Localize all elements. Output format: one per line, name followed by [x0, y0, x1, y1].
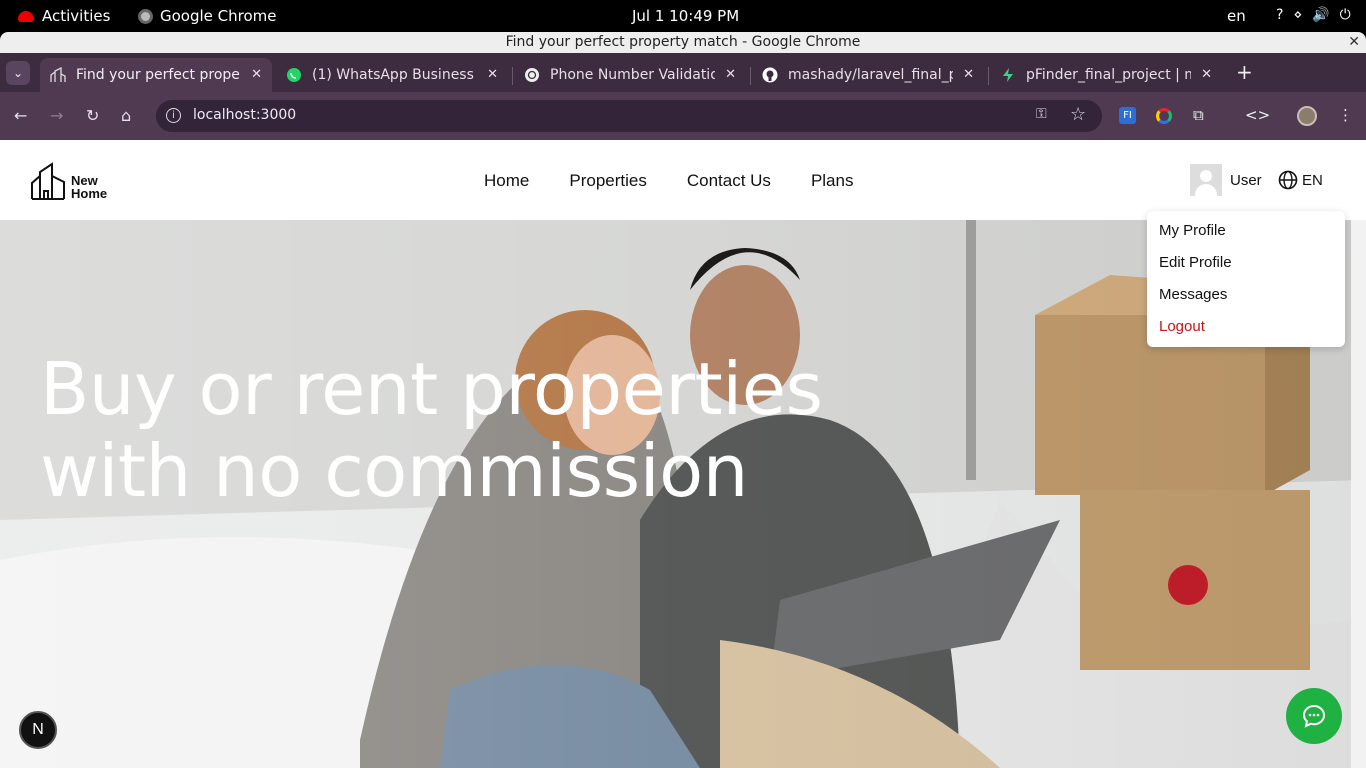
- hero-title: Buy or rent properties with no commissio…: [40, 348, 940, 512]
- menu-item-logout[interactable]: Logout: [1147, 317, 1345, 349]
- menu-item-edit-profile[interactable]: Edit Profile: [1147, 253, 1345, 285]
- globe-icon: [1278, 170, 1298, 190]
- extension-colorpick-icon[interactable]: [1156, 108, 1172, 124]
- devtools-code-icon[interactable]: <>: [1245, 106, 1270, 124]
- extensions-puzzle-icon[interactable]: ⧉: [1193, 106, 1204, 124]
- home-icon[interactable]: ⌂: [121, 106, 131, 125]
- volume-icon: 🔊: [1312, 7, 1330, 23]
- tab-search-icon[interactable]: ⌄: [6, 61, 30, 85]
- nav-plans[interactable]: Plans: [811, 171, 854, 191]
- profile-avatar-icon[interactable]: [1297, 106, 1317, 126]
- tab-title: Find your perfect property match: [76, 67, 241, 83]
- tab-close-icon[interactable]: ✕: [1201, 67, 1212, 82]
- site-header: New Home Home Properties Contact Us Plan…: [0, 140, 1366, 220]
- tab-title: Phone Number Validation: [550, 67, 715, 83]
- nav-contact-us[interactable]: Contact Us: [687, 171, 771, 191]
- logo-text: New Home: [71, 174, 107, 200]
- menu-item-my-profile[interactable]: My Profile: [1147, 221, 1345, 253]
- input-language[interactable]: en: [1227, 7, 1246, 25]
- user-dropdown-menu: My Profile Edit Profile Messages Logout: [1147, 211, 1345, 347]
- github-icon: [762, 67, 778, 83]
- window-close-icon[interactable]: ✕: [1348, 32, 1360, 53]
- tab-close-icon[interactable]: ✕: [963, 67, 974, 82]
- site-info-icon[interactable]: i: [166, 108, 181, 123]
- hero-title-line-2: with no commission: [40, 429, 748, 513]
- logo-line-2: Home: [71, 186, 108, 201]
- tab-title: (1) WhatsApp Business: [312, 67, 474, 83]
- user-avatar: [1190, 164, 1222, 196]
- house-logo-icon: [31, 162, 65, 200]
- nextjs-dev-badge-icon[interactable]: N: [19, 711, 57, 749]
- tab-title: mashady/laravel_final_project: [788, 67, 953, 83]
- system-tray[interactable]: ? ⋄ 🔊 ⏻: [1276, 7, 1351, 23]
- supabase-icon: [1000, 67, 1016, 83]
- nav-properties[interactable]: Properties: [569, 171, 646, 191]
- bookmark-star-icon[interactable]: ☆: [1070, 104, 1086, 125]
- tab-strip: ⌄ Find your perfect property match ✕ (1)…: [0, 53, 1366, 92]
- chat-button[interactable]: [1286, 688, 1342, 744]
- forward-icon[interactable]: →: [50, 106, 63, 125]
- power-icon: ⏻: [1339, 7, 1351, 23]
- chat-bubble-icon: [1302, 704, 1326, 728]
- redhat-icon: [18, 10, 34, 22]
- tab-separator: [750, 67, 751, 85]
- nav-home[interactable]: Home: [484, 171, 529, 191]
- hero-title-line-1: Buy or rent properties: [40, 347, 823, 431]
- tab-title: pFinder_final_project | m: [1026, 67, 1191, 83]
- whatsapp-icon: [286, 67, 302, 83]
- tab-phone-validation[interactable]: Phone Number Validation ✕: [514, 58, 746, 92]
- language-switcher[interactable]: EN: [1278, 170, 1323, 190]
- site-logo[interactable]: New Home: [31, 160, 107, 200]
- language-label: EN: [1302, 171, 1323, 189]
- tab-pfinder[interactable]: pFinder_final_project | m ✕: [990, 58, 1222, 92]
- page-scrollbar[interactable]: [1351, 220, 1366, 768]
- tab-whatsapp[interactable]: (1) WhatsApp Business ✕: [276, 58, 508, 92]
- chrome-menu-icon[interactable]: ⋮: [1338, 106, 1353, 124]
- back-icon[interactable]: ←: [14, 106, 27, 125]
- chrome-icon: [138, 8, 153, 24]
- password-key-icon[interactable]: ⚿: [1036, 106, 1047, 122]
- app-menu[interactable]: Google Chrome: [138, 7, 277, 25]
- user-label: User: [1230, 171, 1262, 189]
- openai-icon: [524, 67, 540, 83]
- tab-find-property[interactable]: Find your perfect property match ✕: [40, 58, 272, 92]
- app-name-label: Google Chrome: [160, 7, 277, 25]
- activities-label: Activities: [42, 7, 111, 25]
- tab-close-icon[interactable]: ✕: [725, 67, 736, 82]
- tab-close-icon[interactable]: ✕: [487, 67, 498, 82]
- tab-separator: [988, 67, 989, 85]
- main-nav: Home Properties Contact Us Plans: [484, 171, 853, 191]
- extension-fi-icon[interactable]: FI: [1119, 107, 1136, 124]
- web-page: New Home Home Properties Contact Us Plan…: [0, 140, 1366, 768]
- new-tab-button[interactable]: +: [1236, 60, 1253, 84]
- tab-separator: [512, 67, 513, 85]
- site-favicon-icon: [50, 66, 66, 83]
- address-bar[interactable]: i localhost:3000 ⚿ ☆: [156, 100, 1102, 132]
- network-icon: ⋄: [1293, 7, 1303, 23]
- clock[interactable]: Jul 1 10:49 PM: [632, 7, 739, 25]
- menu-item-messages[interactable]: Messages: [1147, 285, 1345, 317]
- reload-icon[interactable]: ↻: [86, 106, 99, 125]
- window-title: Find your perfect property match - Googl…: [505, 34, 861, 50]
- tab-github[interactable]: mashady/laravel_final_project ✕: [752, 58, 984, 92]
- tab-close-icon[interactable]: ✕: [251, 67, 262, 82]
- user-menu-toggle[interactable]: User: [1190, 164, 1262, 196]
- window-titlebar: Find your perfect property match - Googl…: [0, 32, 1366, 53]
- system-top-bar: Activities Google Chrome Jul 1 10:49 PM …: [0, 0, 1366, 32]
- accessibility-icon: ?: [1276, 7, 1284, 23]
- url-text[interactable]: localhost:3000: [193, 107, 296, 123]
- activities-button[interactable]: Activities: [18, 7, 110, 25]
